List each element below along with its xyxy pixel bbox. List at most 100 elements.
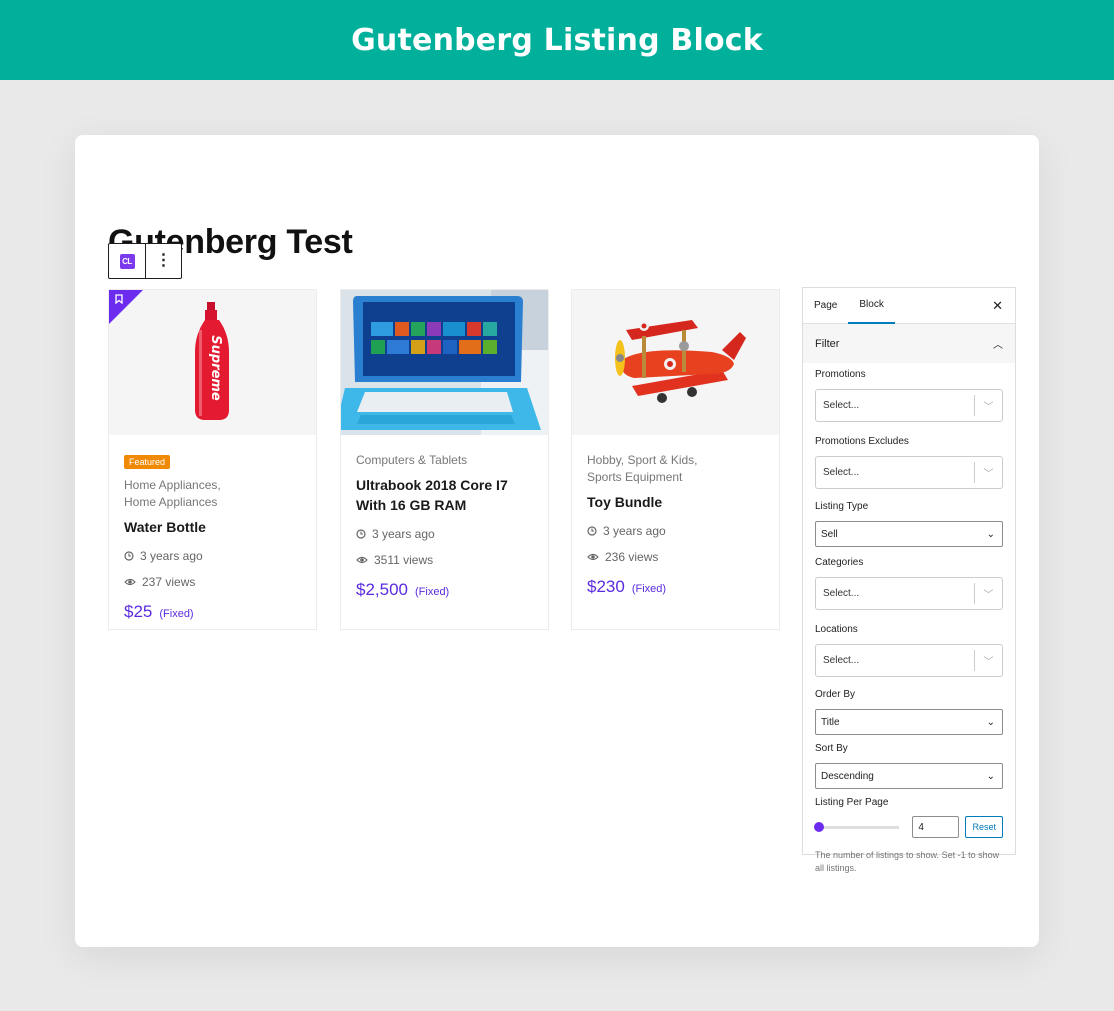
block-toolbar: CL ⋮ [108,243,182,279]
listing-views: 3511 views [356,553,533,567]
listing-categories[interactable]: Hobby, Sport & Kids, Sports Equipment [587,452,764,486]
order-by-field: Order By Title ⌄ [803,689,1015,735]
classified-listing-logo-icon: CL [119,253,135,269]
eye-icon [587,553,599,561]
listing-card[interactable]: Supreme Featured Home Appliances, Home A… [108,289,317,630]
categories-field: Categories Select... ﹀ [803,557,1015,610]
select-value: Select... [823,655,860,666]
water-bottle-image: Supreme [195,302,229,420]
per-page-input[interactable]: 4 [912,816,960,838]
listing-type-select[interactable]: Sell ⌄ [815,521,1003,547]
per-page-help-text: The number of listings to show. Set -1 t… [815,850,1000,873]
listing-price: $25 (Fixed) [124,602,301,622]
listing-categories[interactable]: Computers & Tablets [356,452,533,469]
listing-date: 3 years ago [587,524,764,538]
price-type: (Fixed) [159,608,194,620]
price-type: (Fixed) [415,586,450,598]
block-options-button[interactable]: ⋮ [145,244,181,278]
chevron-down-icon: ⌄ [986,716,995,728]
locations-field: Locations Select... ﹀ [803,624,1015,677]
chevron-down-icon: ﹀ [974,650,1002,671]
category-link[interactable]: Home Appliances, [124,477,301,494]
eye-icon [124,578,136,586]
tab-block[interactable]: Block [848,288,895,324]
clock-icon [124,551,134,561]
chevron-down-icon: ⌄ [986,528,995,540]
listing-views: 236 views [587,550,764,564]
listing-price: $2,500 (Fixed) [356,580,533,600]
category-link[interactable]: Home Appliances [124,494,301,511]
listing-image[interactable] [341,290,548,435]
chevron-down-icon: ﹀ [974,583,1002,604]
field-label: Listing Type [815,501,869,512]
filter-panel-title: Filter [815,337,840,350]
select-value: Select... [823,467,860,478]
chevron-down-icon: ⌄ [986,770,995,782]
clock-icon [587,526,597,536]
per-page-field: Listing Per Page 4 Reset The number of l… [803,797,1015,875]
promotions-select[interactable]: Select... ﹀ [815,389,1003,422]
filter-panel-header[interactable]: Filter ︿ [803,324,1015,363]
field-label: Promotions Excludes [815,436,909,447]
laptop-image [341,290,548,435]
listing-image[interactable] [572,290,779,435]
listing-image[interactable]: Supreme [109,290,316,435]
toy-plane-image [615,320,746,403]
close-icon[interactable]: ✕ [992,298,1003,314]
promotions-excludes-select[interactable]: Select... ﹀ [815,456,1003,489]
field-label: Locations [815,624,858,635]
chevron-down-icon: ﹀ [974,395,1002,416]
field-label: Listing Per Page [815,797,889,808]
select-value: Select... [823,400,860,411]
promotions-field: Promotions Select... ﹀ [803,369,1015,422]
tab-page[interactable]: Page [803,288,848,324]
select-value: Sell [821,528,838,540]
reset-button[interactable]: Reset [965,816,1003,838]
sort-by-field: Sort By Descending ⌄ [803,743,1015,789]
price-amount: $230 [587,577,625,596]
more-vertical-icon: ⋮ [155,252,172,269]
date-text: 3 years ago [603,524,666,538]
listing-type-field: Listing Type Sell ⌄ [803,501,1015,547]
block-settings-sidebar: Page Block ✕ Filter ︿ Promotions Select.… [802,287,1016,873]
locations-select[interactable]: Select... ﹀ [815,644,1003,677]
category-link[interactable]: Hobby, Sport & Kids, [587,452,764,469]
select-value: Descending [821,770,874,782]
listing-title[interactable]: Toy Bundle [587,492,764,512]
range-slider-handle[interactable] [814,821,824,832]
date-text: 3 years ago [372,527,435,541]
listing-date: 3 years ago [124,549,301,563]
promotions-excludes-field: Promotions Excludes Select... ﹀ [803,436,1015,489]
field-label: Sort By [815,743,848,754]
listing-card[interactable]: Computers & Tablets Ultrabook 2018 Core … [340,289,549,630]
listing-title[interactable]: Ultrabook 2018 Core I7 With 16 GB RAM [356,475,533,515]
price-type: (Fixed) [631,583,667,595]
listing-title[interactable]: Water Bottle [124,517,301,537]
field-label: Order By [815,689,856,700]
category-link[interactable]: Sports Equipment [587,469,764,486]
field-label: Categories [815,557,864,568]
chevron-down-icon: ﹀ [974,462,1002,483]
block-type-button[interactable]: CL [109,244,145,278]
price-amount: $2,500 [356,580,408,599]
category-link[interactable]: Computers & Tablets [356,452,533,469]
categories-select[interactable]: Select... ﹀ [815,577,1003,610]
listing-categories[interactable]: Home Appliances, Home Appliances [124,477,301,511]
banner-title: Gutenberg Listing Block [351,22,763,58]
range-slider[interactable] [814,821,900,832]
order-by-select[interactable]: Title ⌄ [815,709,1003,735]
sidebar-tabs: Page Block ✕ [803,288,1015,324]
select-value: Select... [823,588,860,599]
listing-price: $230 (Fixed) [587,577,764,597]
chevron-up-icon: ︿ [993,340,1003,351]
editor-card: Gutenberg Test CL ⋮ Supreme Featured Hom… [75,135,1039,947]
field-label: Promotions [815,369,866,380]
price-amount: $25 [124,602,153,621]
sort-by-select[interactable]: Descending ⌄ [815,763,1003,789]
views-text: 3511 views [374,553,434,567]
featured-badge: Featured [124,455,171,469]
listing-card[interactable]: Hobby, Sport & Kids, Sports Equipment To… [571,289,780,630]
views-text: 236 views [605,550,659,564]
listing-views: 237 views [124,575,301,589]
select-value: Title [821,716,840,728]
